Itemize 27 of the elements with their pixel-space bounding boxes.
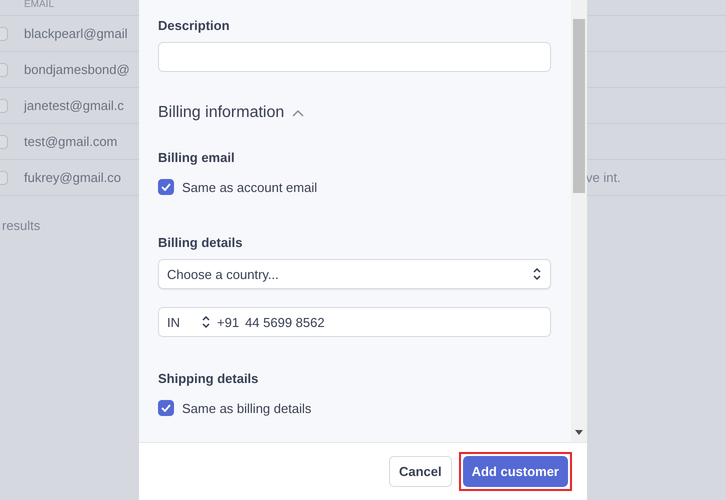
table-cell: test@gmail.com: [24, 134, 118, 149]
scrollbar-thumb[interactable]: [573, 19, 585, 193]
section-title[interactable]: Billing information: [158, 104, 284, 122]
chevron-up-icon[interactable]: [292, 109, 304, 117]
checkbox-box[interactable]: [158, 400, 174, 416]
checkbox[interactable]: Same as billing details: [158, 400, 551, 416]
table-cell: bondjamesbond@: [24, 62, 130, 77]
checkbox-box[interactable]: [158, 179, 174, 195]
table-cell: janetest@gmail.c: [24, 98, 124, 113]
country-select[interactable]: Choose a country...: [158, 259, 551, 289]
table-cell: blackpearl@gmail: [24, 26, 128, 41]
submit-button[interactable]: Add customer: [462, 456, 568, 487]
field-label: Shipping details: [158, 371, 260, 386]
field-label: Description: [158, 18, 231, 33]
scrollbar[interactable]: [571, 0, 587, 442]
phone-field[interactable]: IN +91 44 5699 8562: [158, 307, 551, 337]
field-label: Billing email: [158, 150, 236, 165]
cancel-button[interactable]: Cancel: [388, 456, 452, 487]
results-count: results: [1, 217, 42, 233]
field-label: Billing details: [158, 235, 244, 250]
checkbox[interactable]: Same as account email: [158, 179, 551, 195]
table-cell: ve int.: [586, 170, 621, 185]
chevrons-icon: [201, 315, 211, 329]
chevrons-icon: [532, 267, 542, 281]
scroll-down-icon[interactable]: [575, 430, 583, 435]
table-cell: fukrey@gmail.co: [24, 170, 122, 185]
description-field[interactable]: [158, 42, 551, 72]
